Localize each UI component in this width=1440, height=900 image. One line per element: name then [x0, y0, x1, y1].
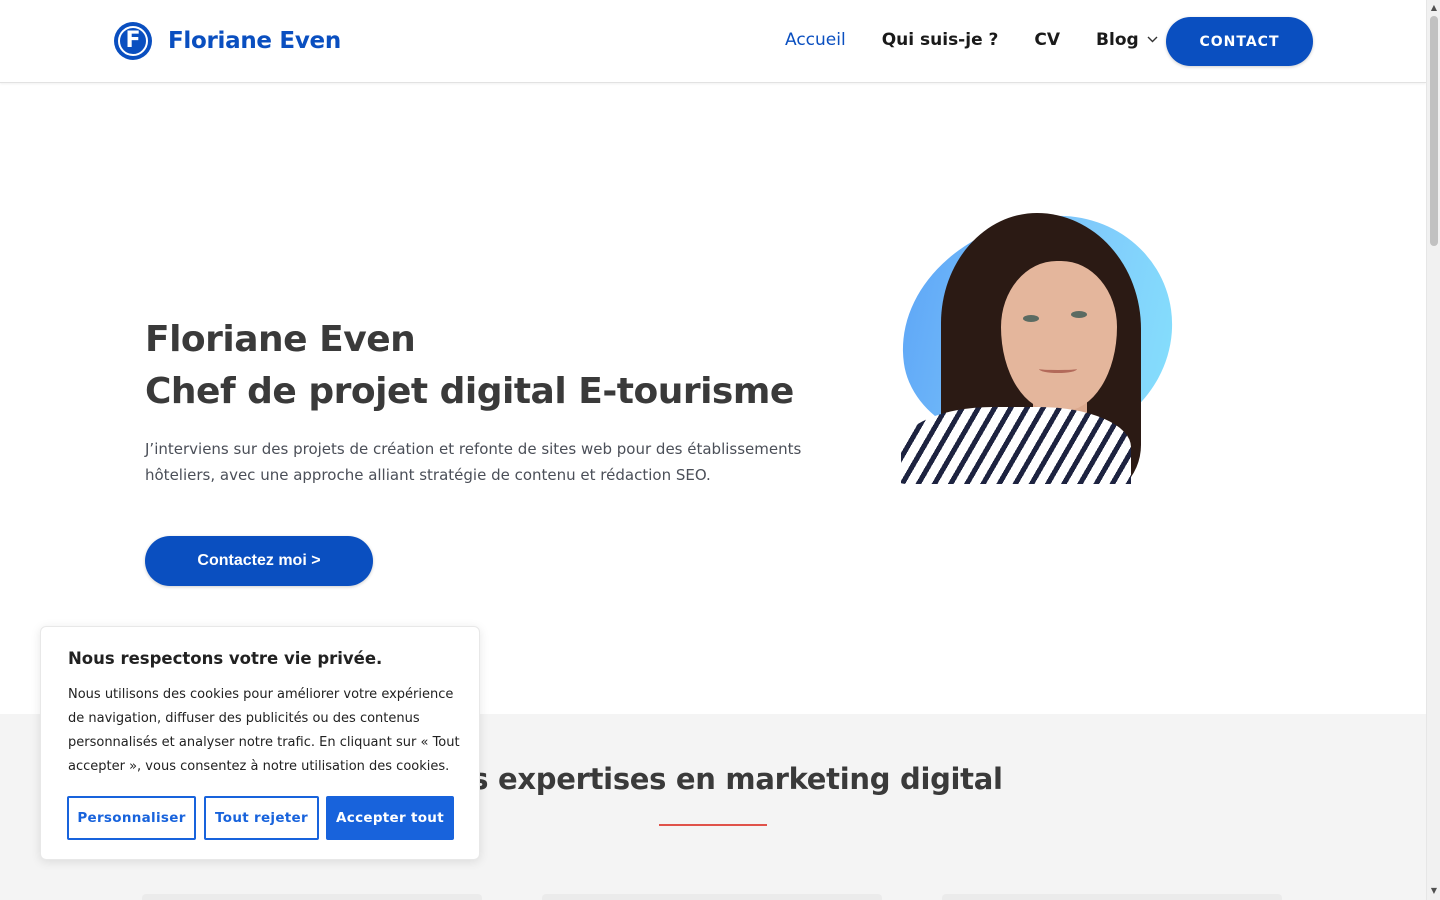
nav-item-qui-suis-je[interactable]: Qui suis-je ?: [882, 28, 999, 52]
cookie-title: Nous respectons votre vie privée.: [68, 649, 383, 668]
cookie-text: Nous utilisons des cookies pour améliore…: [68, 687, 460, 774]
photo-striped-shirt: [901, 407, 1131, 484]
header-contact-button[interactable]: CONTACT: [1166, 17, 1313, 66]
hero-title-role: Chef de projet digital E-tourisme: [145, 371, 794, 412]
photo-eye-right: [1071, 311, 1087, 318]
scrollbar-thumb[interactable]: [1430, 16, 1438, 246]
page-scrollbar[interactable]: ▲ ▼: [1426, 0, 1440, 900]
scroll-down-arrow-icon[interactable]: ▼: [1427, 884, 1440, 898]
scroll-up-arrow-icon[interactable]: ▲: [1427, 1, 1440, 15]
cookie-consent-banner: Nous respectons votre vie privée. Nous u…: [40, 626, 480, 860]
brand-name: Floriane Even: [168, 28, 341, 54]
title-divider: [659, 824, 767, 826]
hero-description: J’interviens sur des projets de création…: [145, 440, 802, 484]
photo-smile: [1039, 365, 1077, 373]
photo-face: [1001, 261, 1117, 411]
nav-item-blog[interactable]: Blog: [1096, 28, 1158, 52]
hero-title-name: Floriane Even: [145, 319, 416, 360]
nav-item-cv[interactable]: CV: [1034, 28, 1060, 52]
nav-item-blog-label: Blog: [1096, 30, 1139, 50]
logo-letter: F: [125, 28, 141, 53]
contact-me-button[interactable]: Contactez moi >: [145, 536, 373, 586]
profile-photo: [883, 183, 1183, 484]
nav-item-accueil[interactable]: Accueil: [785, 28, 846, 52]
cookie-reject-button[interactable]: Tout rejeter: [204, 796, 319, 840]
cookie-accept-button[interactable]: Accepter tout: [326, 796, 454, 840]
site-logo-link[interactable]: F Floriane Even: [114, 22, 341, 60]
cookie-customize-button[interactable]: Personnaliser: [67, 796, 196, 840]
expertise-card: [142, 894, 482, 900]
main-nav: Accueil Qui suis-je ? CV Blog: [785, 28, 1194, 52]
expertise-card: [542, 894, 882, 900]
chevron-down-icon: [1147, 28, 1158, 52]
logo-icon: F: [114, 22, 152, 60]
site-header: F Floriane Even Accueil Qui suis-je ? CV…: [0, 0, 1426, 83]
hero-title: Floriane Even Chef de projet digital E-t…: [145, 314, 794, 418]
photo-eye-left: [1023, 315, 1039, 322]
expertise-card: [942, 894, 1282, 900]
